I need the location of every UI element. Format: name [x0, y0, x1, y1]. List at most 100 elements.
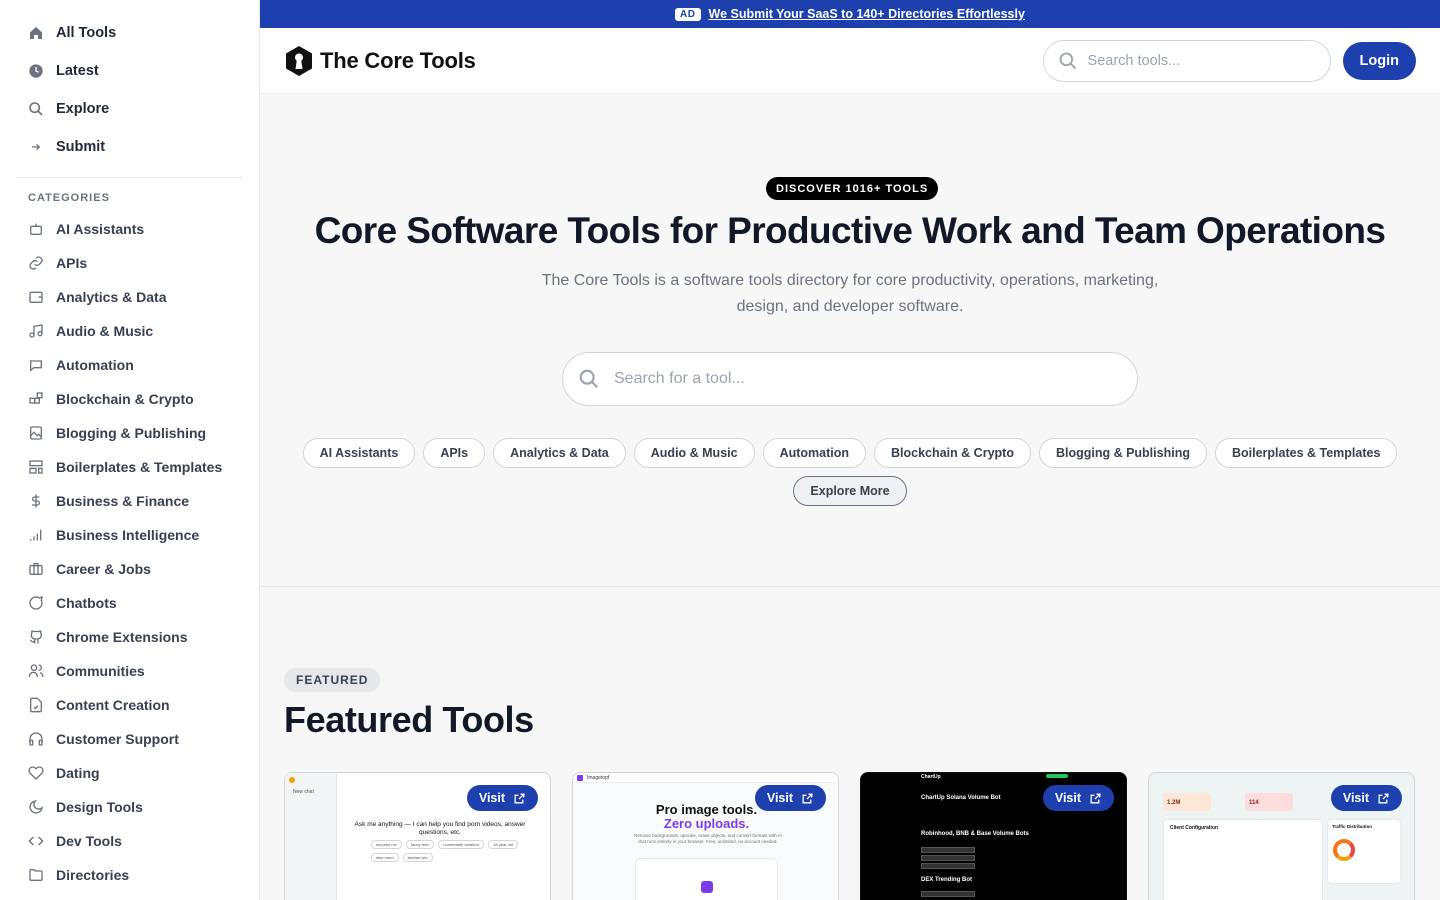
card-pill: 18 year old — [488, 840, 518, 849]
stat-value: 1.2M — [1167, 800, 1181, 806]
upload-box — [635, 858, 778, 900]
login-button[interactable]: Login — [1342, 41, 1416, 80]
sidebar-item-explore[interactable]: Explore — [16, 90, 243, 128]
sidebar-item-chrome-extensions[interactable]: Chrome Extensions — [16, 620, 243, 654]
category-label: Blogging & Publishing — [56, 425, 207, 441]
category-label: APIs — [56, 255, 88, 271]
wallet-icon — [28, 289, 44, 305]
header-search — [1042, 39, 1331, 82]
link-icon — [28, 255, 44, 271]
layout-template-icon — [28, 459, 44, 475]
category-label: Directories — [56, 867, 130, 883]
ad-link[interactable]: We Submit Your SaaS to 140+ Directories … — [709, 7, 1025, 21]
sidebar-item-all-tools[interactable]: All Tools — [16, 14, 243, 52]
site-logo[interactable]: The Core Tools — [284, 45, 476, 77]
sidebar-main-nav: All Tools Latest Explore Submit — [0, 0, 259, 166]
sidebar-item-label: Submit — [56, 139, 106, 155]
chip-audio-music[interactable]: Audio & Music — [633, 438, 755, 468]
sidebar-item-ai-assistants[interactable]: AI Assistants — [16, 212, 243, 246]
chip-analytics-data[interactable]: Analytics & Data — [493, 438, 626, 468]
sidebar-item-analytics-data[interactable]: Analytics & Data — [16, 280, 243, 314]
hero-search-input[interactable] — [614, 370, 1094, 388]
category-label: Dev Tools — [56, 833, 122, 849]
app-dot — [289, 777, 295, 783]
sidebar-item-automation[interactable]: Automation — [16, 348, 243, 382]
sidebar-item-career-jobs[interactable]: Career & Jobs — [16, 552, 243, 586]
briefcase-icon — [28, 561, 44, 577]
sidebar-item-blogging-publishing[interactable]: Blogging & Publishing — [16, 416, 243, 450]
card-title: ChartUp Solana Volume Bot — [921, 795, 1001, 801]
visit-button[interactable]: Visit — [754, 785, 826, 811]
chip-blogging-publishing[interactable]: Blogging & Publishing — [1038, 438, 1207, 468]
heart-icon — [28, 765, 44, 781]
search-icon — [579, 369, 599, 389]
visit-button[interactable]: Visit — [1042, 785, 1114, 811]
hero-subtitle: The Core Tools is a software tools direc… — [530, 268, 1170, 320]
category-label: Customer Support — [56, 731, 179, 747]
featured-title: Featured Tools — [284, 699, 534, 740]
sidebar-item-chatbots[interactable]: Chatbots — [16, 586, 243, 620]
chip-ai-assistants[interactable]: AI Assistants — [302, 438, 416, 468]
sidebar-item-blockchain-crypto[interactable]: Blockchain & Crypto — [16, 382, 243, 416]
card-pill: step mom — [371, 853, 399, 862]
hero-title: Core Software Tools for Productive Work … — [314, 210, 1386, 251]
sidebar-item-business-intelligence[interactable]: Business Intelligence — [16, 518, 243, 552]
card-brand: Imagetopf — [587, 775, 610, 781]
card-screenshot-sidebar: New chat — [285, 773, 337, 900]
home-icon — [28, 25, 44, 41]
chip-boilerplates-templates[interactable]: Boilerplates & Templates — [1214, 438, 1398, 468]
chip-automation[interactable]: Automation — [762, 438, 867, 468]
tool-card[interactable]: ChartUp ChartUp Solana Volume Bot Robinh… — [860, 772, 1127, 900]
sidebar-item-content-creation[interactable]: Content Creation — [16, 688, 243, 722]
sidebar-item-audio-music[interactable]: Audio & Music — [16, 314, 243, 348]
app-logo-icon — [577, 775, 583, 781]
category-label: Career & Jobs — [56, 561, 151, 577]
sidebar-item-latest[interactable]: Latest — [16, 52, 243, 90]
category-label: Blockchain & Crypto — [56, 391, 194, 407]
sidebar-item-business-finance[interactable]: Business & Finance — [16, 484, 243, 518]
sidebar-item-label: All Tools — [56, 25, 117, 41]
sidebar-item-directories[interactable]: Directories — [16, 858, 243, 892]
music-icon — [28, 323, 44, 339]
category-chips: AI Assistants APIs Analytics & Data Audi… — [260, 438, 1440, 468]
tool-card[interactable]: New chat Ask me anything — I can help yo… — [284, 772, 551, 900]
sidebar-item-boilerplates-templates[interactable]: Boilerplates & Templates — [16, 450, 243, 484]
card-pills: surprise me fancy teen homemade amateur … — [371, 840, 541, 862]
bot-message-icon — [28, 357, 44, 373]
stat-value: 114 — [1249, 800, 1259, 806]
sidebar-item-submit[interactable]: Submit — [16, 128, 243, 166]
card-row — [921, 855, 975, 861]
stat-tile: 1.2M — [1163, 793, 1211, 811]
category-label: Business & Finance — [56, 493, 190, 509]
card-section-1: Robinhood, BNB & Base Volume Bots — [921, 831, 1029, 837]
sidebar-item-design-tools[interactable]: Design Tools — [16, 790, 243, 824]
external-link-icon — [1378, 793, 1389, 803]
chip-blockchain-crypto[interactable]: Blockchain & Crypto — [874, 438, 1031, 468]
sidebar-item-dating[interactable]: Dating — [16, 756, 243, 790]
hero-section: DISCOVER 1016+ TOOLS Core Software Tools… — [260, 95, 1440, 587]
top-header: The Core Tools Login — [260, 28, 1440, 94]
chip-apis[interactable]: APIs — [423, 438, 486, 468]
sidebar-item-label: Explore — [56, 101, 110, 117]
tool-card[interactable]: Imagetopf Pro image tools. Zero uploads.… — [572, 772, 839, 900]
sidebar-item-customer-support[interactable]: Customer Support — [16, 722, 243, 756]
visit-button[interactable]: Visit — [466, 785, 538, 811]
card-pill: surprise me — [371, 840, 402, 849]
sidebar-item-communities[interactable]: Communities — [16, 654, 243, 688]
sidebar-item-dev-tools[interactable]: Dev Tools — [16, 824, 243, 858]
sidebar-item-apis[interactable]: APIs — [16, 246, 243, 280]
external-link-icon — [802, 793, 813, 803]
panel-title: Traffic Distribution — [1332, 824, 1373, 829]
card-brand: ChartUp — [921, 774, 941, 780]
header-search-input[interactable] — [1087, 52, 1308, 69]
category-label: Audio & Music — [56, 323, 154, 339]
explore-more-button[interactable]: Explore More — [793, 476, 907, 506]
search-icon — [28, 101, 44, 117]
visit-button[interactable]: Visit — [1330, 785, 1402, 811]
panel-title: Client Configuration — [1170, 825, 1219, 831]
explore-wrap: Explore More — [260, 476, 1440, 506]
clock-icon — [28, 63, 44, 79]
header-actions: Login — [1042, 39, 1416, 82]
featured-section: FEATURED Featured Tools New chat Ask me … — [260, 588, 1440, 900]
tool-card[interactable]: 1.2M 114 Client Configuration Traffic Di… — [1148, 772, 1415, 900]
